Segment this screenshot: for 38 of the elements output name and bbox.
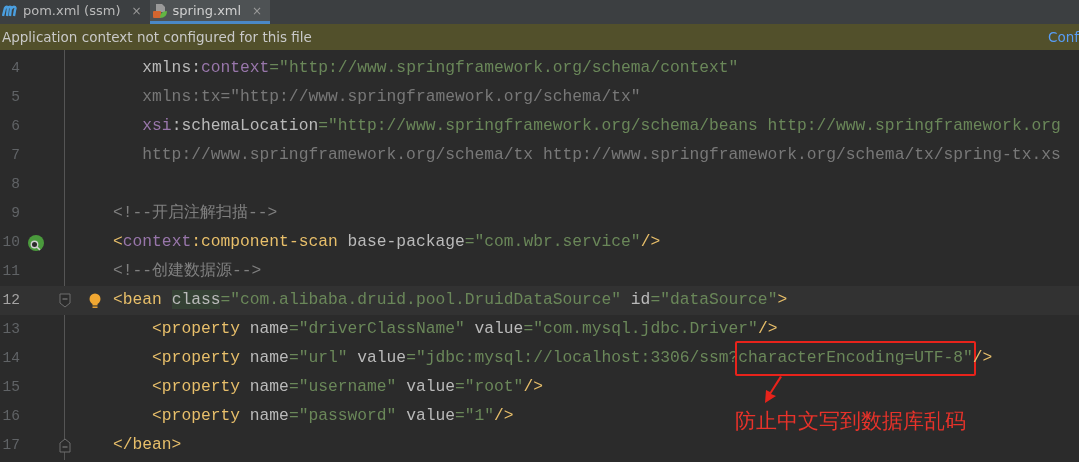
line-number: 14 [1, 348, 20, 368]
line-number: 15 [1, 377, 20, 397]
line-number: 9 [10, 203, 20, 223]
line-number: 11 [1, 261, 20, 281]
line-number: 16 [1, 406, 20, 426]
code-line: <bean class="com.alibaba.druid.pool.DruidDataSource" id="dataSource"> [113, 289, 788, 312]
code-line: <!--创建数据源--> [113, 260, 262, 283]
annotation-arrow [762, 376, 784, 404]
code-line: <context:component-scan base-package="com.wbr.service"/> [113, 231, 661, 254]
code-line: </bean> [113, 434, 182, 457]
spring-bean-icon[interactable] [27, 233, 45, 252]
lightbulb-icon[interactable] [89, 292, 101, 309]
line-number: 17 [1, 435, 20, 455]
code-line: xmlns:context="http://www.springframework.org/schema/context" [141, 57, 739, 80]
line-number: 12 [1, 290, 20, 310]
code-line: xmlns:tx="http://www.springframework.org/schema/tx" [141, 86, 641, 109]
banner-message: Application context not configured for this file [2, 27, 312, 47]
line-number: 10 [1, 232, 20, 252]
line-number: 8 [10, 174, 20, 194]
code-line: <property name="username" value="root"/> [151, 376, 543, 399]
line-number: 4 [10, 58, 20, 78]
line-number: 5 [10, 87, 20, 107]
close-icon[interactable]: × [131, 1, 142, 20]
code-line: <!--开启注解扫描--> [113, 202, 278, 225]
annotation-text: 防止中文写到数据库乱码 [735, 408, 966, 435]
editor-tab[interactable]: pom.xml (ssm) × [0, 0, 150, 24]
line-number: 13 [1, 319, 20, 339]
line-number: 7 [10, 145, 20, 165]
code-line: xsi:schemaLocation="http://www.springframework.org/schema/beans http://www.springframework.org [141, 115, 1061, 138]
maven-icon [2, 4, 18, 17]
editor-tab[interactable]: spring.xml × [149, 0, 271, 24]
line-number: 6 [10, 116, 20, 136]
code-line: <property name="password" value="1"/> [151, 405, 514, 428]
code-line: <property name="driverClassName" value="com.mysql.jdbc.Driver"/> [151, 318, 778, 341]
spring-xml-icon [151, 2, 168, 19]
code-line: http://www.springframework.org/schema/tx http://www.springframework.org/schema/tx/spring-tx.xs [141, 144, 1061, 167]
configure-link[interactable]: Conf [1048, 26, 1079, 48]
close-icon[interactable]: × [252, 1, 263, 20]
